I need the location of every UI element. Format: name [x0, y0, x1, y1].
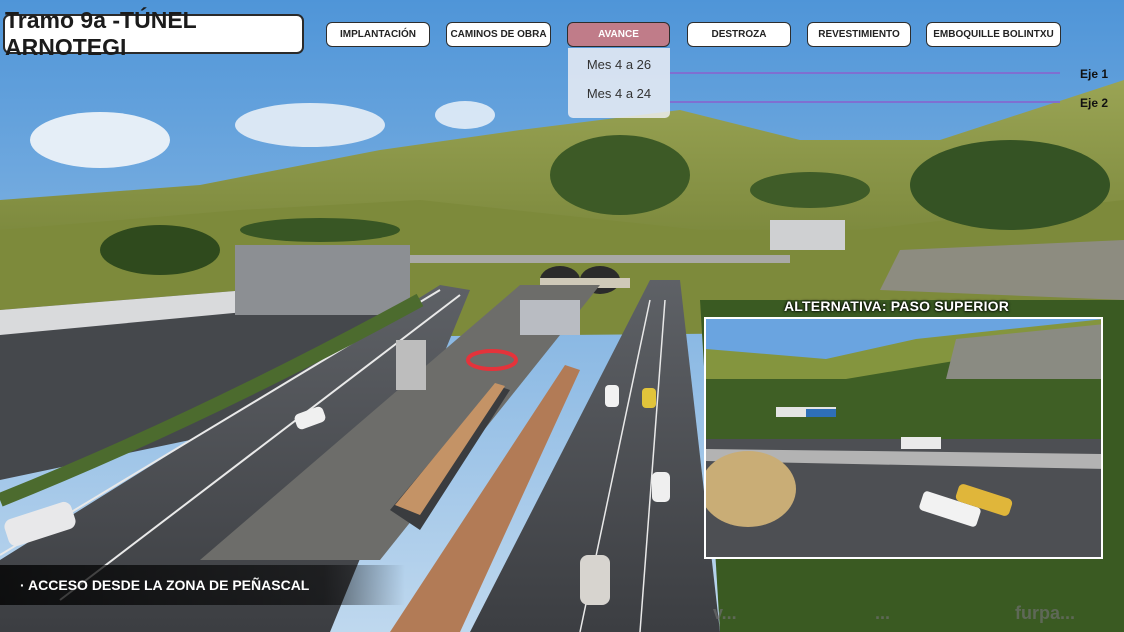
nav-button-emboquille-bolintxu[interactable]: EMBOQUILLE BOLINTXU — [926, 22, 1061, 47]
dropdown-item-eje-2[interactable]: Mes 4 a 24 — [568, 82, 670, 104]
eje-2-guide-line — [670, 101, 1060, 103]
dropdown-item-eje-1[interactable]: Mes 4 a 26 — [568, 53, 670, 75]
eje-1-label: Eje 1 — [1080, 67, 1109, 81]
page-title: Tramo 9a -TÚNEL ARNOTEGI — [3, 7, 304, 60]
eje-2-label: Eje 2 — [1080, 96, 1109, 110]
logo-2: ... — [875, 603, 891, 623]
sponsor-logos: v... ... furpa... — [705, 598, 1124, 632]
alternative-render-inset — [704, 317, 1103, 559]
logo-1: v... — [713, 603, 737, 623]
nav-button-caminos-de-obra[interactable]: CAMINOS DE OBRA — [446, 22, 551, 47]
avance-dropdown-menu: Mes 4 a 26 Mes 4 a 24 — [568, 48, 670, 118]
nav-button-revestimiento[interactable]: REVESTIMIENTO — [807, 22, 911, 47]
nav-button-destroza[interactable]: DESTROZA — [687, 22, 791, 47]
inset-title: ALTERNATIVA: PASO SUPERIOR — [784, 298, 1010, 314]
nav-button-implantacion[interactable]: IMPLANTACIÓN — [326, 22, 430, 47]
inset-scene — [706, 319, 1101, 557]
nav-button-avance[interactable]: AVANCE — [567, 22, 670, 47]
logo-3: furpa... — [1015, 603, 1076, 623]
eje-1-guide-line — [670, 72, 1060, 74]
caption-text: · ACCESO DESDE LA ZONA DE PEÑASCAL — [20, 577, 310, 593]
